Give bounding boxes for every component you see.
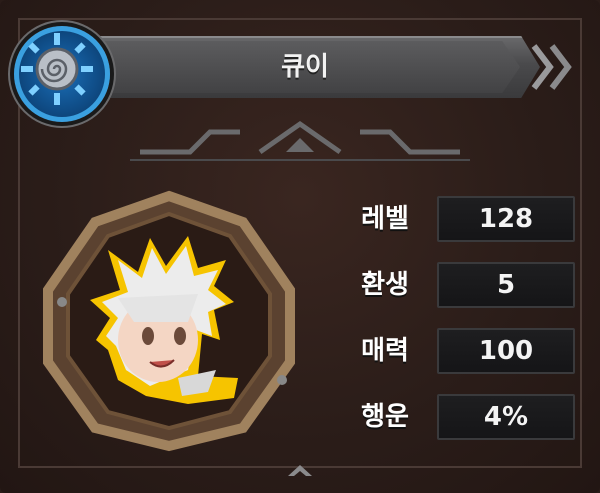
double-chevron-right-icon[interactable]: [528, 36, 580, 98]
character-name: 큐이: [281, 52, 329, 82]
banner-ornament: [130, 120, 470, 161]
stat-row-luck: 행운 4%: [340, 392, 580, 442]
stat-label: 매력: [361, 336, 409, 366]
stat-row-level: 레벨 128: [340, 194, 580, 244]
character-info-panel: 큐이 레벨 128 환생 5 매력 100 행운 4%: [0, 0, 600, 493]
spiral-emblem-icon: [14, 26, 110, 122]
stat-row-rebirth: 환생 5: [340, 260, 580, 310]
stat-label: 환생: [361, 270, 409, 300]
chevron-up-icon[interactable]: [284, 462, 316, 478]
stat-value: 128: [437, 196, 575, 242]
stat-label: 행운: [361, 402, 409, 432]
stat-value: 4%: [437, 394, 575, 440]
character-portrait: [43, 190, 295, 452]
frame-top-line: [18, 18, 582, 20]
stat-value: 100: [437, 328, 575, 374]
stat-label: 레벨: [361, 204, 409, 234]
stat-value: 5: [437, 262, 575, 308]
stat-row-charm: 매력 100: [340, 326, 580, 376]
frame-right-line: [580, 18, 582, 468]
